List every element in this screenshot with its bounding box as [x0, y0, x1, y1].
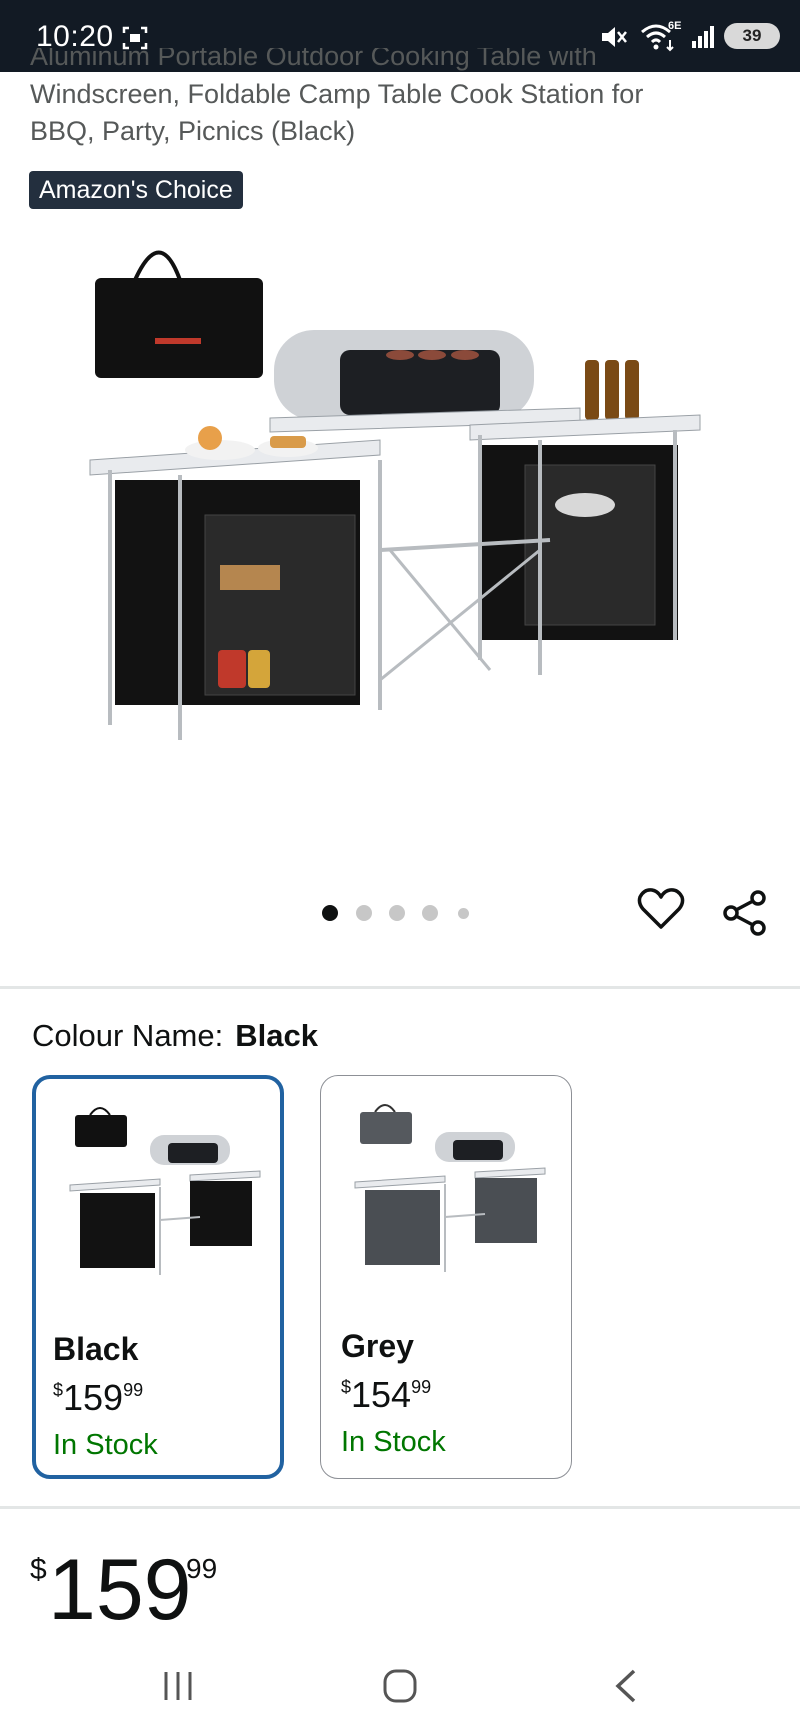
variant-name: Black [53, 1331, 139, 1367]
product-title: Aluminum Portable Outdoor Cooking Table … [30, 48, 750, 150]
heart-icon[interactable] [636, 885, 686, 933]
carousel-dots[interactable] [322, 905, 482, 923]
amazons-choice-badge[interactable]: Amazon's Choice [29, 171, 243, 209]
variant-stock-status: In Stock [53, 1429, 158, 1461]
product-title-line-3: BBQ, Party, Picnics (Black) [30, 116, 356, 146]
battery-indicator: 39 [724, 23, 780, 49]
signal-icon [692, 26, 714, 48]
carousel-dot[interactable] [422, 905, 438, 921]
carousel-dot[interactable] [322, 905, 338, 921]
section-divider [0, 1506, 800, 1509]
variant-card-grey[interactable]: Grey $15499 In Stock [320, 1075, 572, 1479]
variant-price-whole: 159 [63, 1377, 124, 1418]
variant-price-fraction: 99 [411, 1377, 432, 1397]
colour-selected-value: Black [235, 1018, 318, 1053]
variant-card-black[interactable]: Black $15999 In Stock [32, 1075, 284, 1479]
variant-stock-status: In Stock [341, 1426, 446, 1458]
variant-price-currency: $ [341, 1377, 352, 1397]
variant-price-fraction: 99 [123, 1380, 144, 1400]
product-title-line-2: Windscreen, Foldable Camp Table Cook Sta… [30, 79, 644, 109]
back-icon[interactable] [612, 1668, 642, 1704]
carry-bag-image [95, 250, 263, 378]
carousel-dot[interactable] [389, 905, 405, 921]
carousel-dot[interactable] [458, 908, 469, 919]
price-currency: $ [30, 1553, 47, 1586]
price-fraction: 99 [186, 1553, 218, 1584]
screenshot-icon [122, 26, 148, 50]
colour-name-label: Colour Name: Black [32, 1018, 318, 1054]
product-title-partial: Aluminum Portable Outdoor Cooking Table … [30, 48, 597, 71]
home-icon[interactable] [382, 1668, 418, 1704]
carousel-dot[interactable] [356, 905, 372, 921]
variant-thumbnail [354, 1104, 546, 1272]
variant-price-currency: $ [53, 1380, 64, 1400]
variant-price: $15499 [341, 1374, 431, 1416]
share-icon[interactable] [722, 890, 768, 936]
section-divider [0, 986, 800, 989]
system-nav-bar [0, 1640, 800, 1734]
variant-price: $15999 [53, 1377, 143, 1419]
colour-label-text: Colour Name: [32, 1018, 224, 1053]
variant-price-whole: 154 [351, 1374, 412, 1415]
variant-name: Grey [341, 1328, 414, 1364]
wifi-label: 6E [668, 20, 682, 32]
variant-thumbnail [69, 1107, 261, 1275]
mute-icon [602, 27, 627, 47]
price-whole: 159 [48, 1542, 192, 1638]
recent-apps-icon[interactable] [160, 1670, 196, 1702]
product-image[interactable] [60, 220, 750, 850]
